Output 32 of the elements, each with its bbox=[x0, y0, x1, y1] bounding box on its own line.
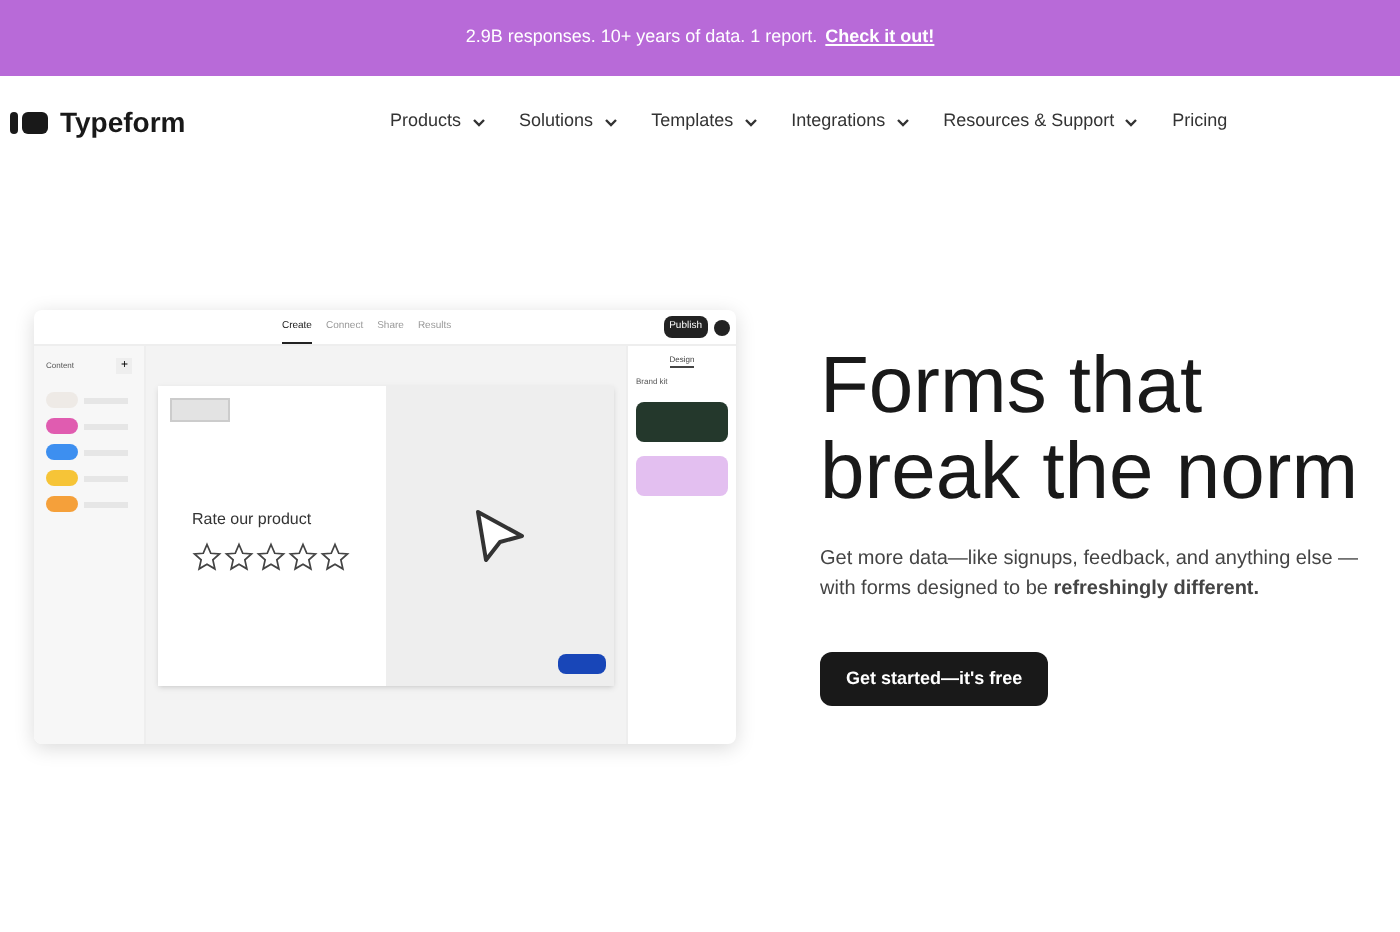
nav-link[interactable]: Resources & Support bbox=[943, 108, 1139, 136]
star-icon[interactable] bbox=[192, 542, 222, 572]
star-icon[interactable] bbox=[256, 542, 286, 572]
star-icon[interactable] bbox=[224, 542, 254, 572]
nav-link[interactable]: Solutions bbox=[519, 108, 618, 136]
image-placeholder bbox=[170, 398, 230, 422]
nav-link[interactable]: Products bbox=[390, 108, 486, 136]
question-text: Rate our product bbox=[192, 508, 314, 532]
chevron-down-icon bbox=[1124, 117, 1139, 127]
logo-text: Typeform bbox=[60, 103, 186, 142]
nav-link[interactable]: Pricing bbox=[1172, 108, 1228, 136]
cursor-icon bbox=[472, 506, 528, 566]
get-started-button[interactable]: Get started—it's free bbox=[820, 652, 1049, 706]
hero-title: Forms that bbox=[820, 344, 1205, 430]
hero-description: Get more data—like signups, feedback, and anything else —with forms designed to be refreshingly different. bbox=[820, 546, 1360, 604]
chevron-down-icon bbox=[603, 117, 618, 127]
nav-link[interactable]: Templates bbox=[651, 108, 758, 136]
nav-link[interactable]: Integrations bbox=[791, 108, 910, 136]
question-type-tag[interactable] bbox=[46, 444, 78, 460]
chevron-down-icon bbox=[743, 117, 758, 127]
hero-title: break the norm bbox=[820, 430, 1360, 516]
chevron-down-icon bbox=[471, 117, 486, 127]
avatar bbox=[714, 319, 730, 335]
logo-icon bbox=[10, 111, 48, 133]
theme-card[interactable] bbox=[636, 402, 728, 442]
question-type-tag[interactable] bbox=[46, 496, 78, 512]
navigation-buttons[interactable] bbox=[558, 654, 606, 674]
announcement-text: 2.9B responses. 10+ years of data. 1 report. bbox=[465, 24, 818, 51]
star-icon[interactable] bbox=[288, 542, 318, 572]
star-icon[interactable] bbox=[320, 542, 350, 572]
question-type-tag[interactable] bbox=[46, 418, 78, 434]
chevron-down-icon bbox=[895, 117, 910, 127]
